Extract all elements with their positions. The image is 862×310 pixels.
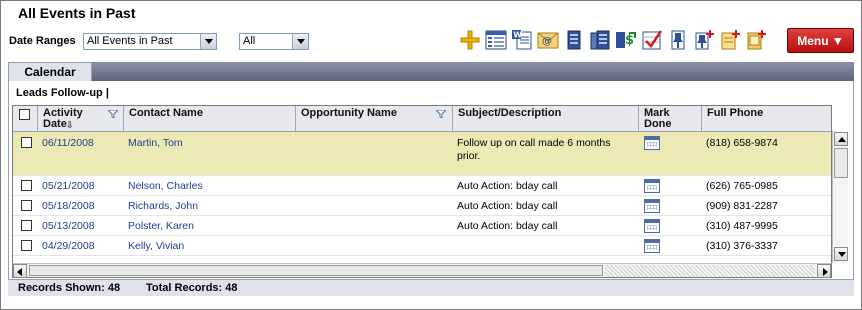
horizontal-scrollbar[interactable] [12,263,832,278]
scope-value: All [243,35,256,47]
chevron-down-icon[interactable] [200,34,216,49]
activity-date-link[interactable]: 05/21/2008 [42,180,95,193]
pin-icon[interactable] [666,29,689,52]
column-opportunity-name[interactable]: Opportunity Name [296,106,453,132]
record-icon[interactable] [562,29,585,52]
events-grid: Activity Date ⇩ Contact Name Opportunity… [12,105,832,264]
filter-icon[interactable] [436,110,446,118]
scroll-down-button[interactable] [834,247,848,261]
arrow-left-icon [17,268,22,276]
table-row[interactable]: 04/29/2008 Kelly, Vivian (310) 376-3337 [13,236,831,256]
phone-text: (818) 658-9874 [706,137,778,149]
total-records: Total Records: 48 [146,282,238,294]
tab-calendar[interactable]: Calendar [8,62,92,81]
activity-date-link[interactable]: 05/13/2008 [42,220,95,233]
column-subject[interactable]: Subject/Description [453,106,639,132]
column-opportunity-name-label: Opportunity Name [301,107,397,119]
section-title: Leads Follow-up | [16,87,109,99]
column-mark-done[interactable]: Mark Done [639,106,702,132]
activity-date-link[interactable]: 04/29/2008 [42,240,95,253]
records-shown: Records Shown: 48 [18,282,121,294]
subject-text: Auto Action: bday call [457,220,558,232]
word-doc-icon[interactable]: W [510,29,533,52]
activity-date-link[interactable]: 06/11/2008 [42,137,94,150]
date-range-select[interactable]: All Events in Past [83,33,217,50]
arrow-down-icon [838,252,846,257]
note-add-alt-icon[interactable] [744,29,767,52]
checklist-icon[interactable] [640,29,663,52]
svg-text:$: $ [625,33,634,48]
scroll-up-button[interactable] [834,132,848,146]
table-row[interactable]: 06/11/2008 Martin, Tom Follow up on call… [13,132,831,176]
contact-name-link[interactable]: Nelson, Charles [128,180,203,193]
calendar-icon[interactable] [644,136,660,150]
contact-name-link[interactable]: Martin, Tom [128,137,183,150]
table-row[interactable]: 05/21/2008 Nelson, Charles Auto Action: … [13,176,831,196]
row-checkbox[interactable] [21,200,32,211]
calendar-icon[interactable] [644,179,660,193]
grid-footer: Records Shown: 48 Total Records: 48 [8,279,854,296]
toolbar: W @ $ [458,27,767,53]
contact-name-link[interactable]: Richards, John [128,200,198,213]
row-checkbox[interactable] [21,220,32,231]
scroll-left-button[interactable] [13,264,27,278]
phone-text: (626) 765-0985 [706,180,778,192]
phone-text: (310) 487-9995 [706,220,778,232]
column-full-phone-label: Full Phone [707,107,764,119]
scroll-right-button[interactable] [817,264,831,278]
arrow-up-icon [838,137,846,142]
calendar-icon[interactable] [644,239,660,253]
vertical-scrollbar[interactable] [832,131,848,263]
activity-date-link[interactable]: 05/18/2008 [42,200,95,213]
subject-text: Auto Action: bday call [457,200,558,212]
tab-bar: Calendar [8,62,854,81]
grid-header: Activity Date ⇩ Contact Name Opportunity… [13,106,831,132]
date-range-value: All Events in Past [87,35,173,47]
scroll-track-hatch [605,265,815,277]
row-checkbox[interactable] [21,137,32,148]
email-icon[interactable]: @ [536,29,559,52]
column-full-phone[interactable]: Full Phone [702,106,831,132]
horizontal-scroll-thumb[interactable] [29,265,603,276]
arrow-right-icon [823,268,828,276]
column-contact-name[interactable]: Contact Name [124,106,296,132]
contact-name-link[interactable]: Polster, Karen [128,220,194,233]
record-stack-icon[interactable] [588,29,611,52]
column-subject-label: Subject/Description [458,107,562,119]
transfer-icon[interactable]: $ [614,29,637,52]
chevron-down-icon[interactable] [292,34,308,49]
subject-text: Follow up on call made 6 months prior. [457,137,611,162]
subject-text: Auto Action: bday call [457,180,558,192]
list-view-icon[interactable] [484,29,507,52]
add-icon[interactable] [458,29,481,52]
note-add-icon[interactable] [718,29,741,52]
svg-text:@: @ [542,36,552,47]
page-title: All Events in Past [18,5,136,21]
menu-button[interactable]: Menu ▼ [787,28,854,53]
calendar-icon[interactable] [644,219,660,233]
column-activity-date[interactable]: Activity Date ⇩ [38,106,124,132]
filter-icon[interactable] [108,110,118,118]
contact-name-link[interactable]: Kelly, Vivian [128,240,184,253]
column-mark-done-label: Mark Done [644,107,672,130]
select-all-checkbox[interactable] [19,109,30,120]
svg-text:W: W [513,31,522,40]
table-row[interactable]: 05/13/2008 Polster, Karen Auto Action: b… [13,216,831,236]
select-all-cell [13,106,38,132]
row-checkbox[interactable] [21,240,32,251]
scope-select[interactable]: All [239,33,309,50]
calendar-icon[interactable] [644,199,660,213]
phone-text: (310) 376-3337 [706,240,778,252]
vertical-scroll-thumb[interactable] [834,148,848,178]
table-row[interactable]: 05/18/2008 Richards, John Auto Action: b… [13,196,831,216]
sort-desc-icon: ⇩ [66,120,74,130]
date-ranges-label: Date Ranges [9,35,76,47]
row-checkbox[interactable] [21,180,32,191]
phone-text: (909) 831-2287 [706,200,778,212]
pin-add-icon[interactable] [692,29,715,52]
column-contact-name-label: Contact Name [129,107,203,119]
